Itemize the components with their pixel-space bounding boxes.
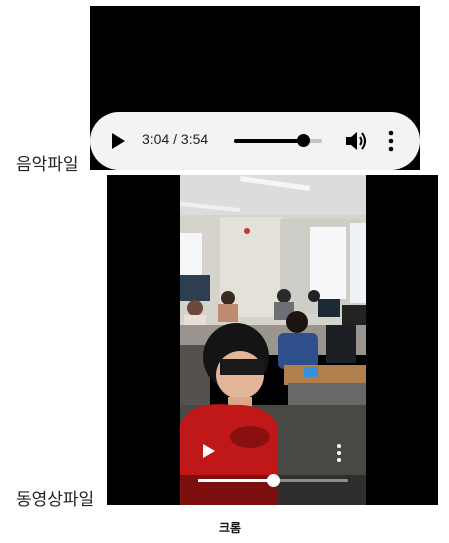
audio-time-display: 3:04 / 3:54 [142,131,208,147]
audio-current-time: 3:04 [142,131,170,147]
video-file-label: 동영상파일 [16,490,95,510]
video-progress-fill [198,479,273,482]
more-options-icon[interactable] [387,130,395,152]
play-icon[interactable] [112,133,125,149]
video-player[interactable] [107,175,438,505]
browser-caption: 크롬 [218,521,242,535]
audio-progress-slider[interactable] [234,134,322,147]
audio-progress-thumb[interactable] [297,134,311,147]
volume-icon[interactable] [345,130,369,152]
audio-file-label: 음악파일 [16,155,79,175]
audio-progress-fill [234,139,304,143]
video-progress-slider[interactable] [198,474,348,487]
play-icon[interactable] [203,444,215,458]
audio-player[interactable]: 3:04 / 3:54 [90,6,420,170]
audio-time-separator: / [173,131,178,147]
more-options-icon[interactable] [336,443,342,463]
audio-controls-bar: 3:04 / 3:54 [90,112,420,170]
video-progress-thumb[interactable] [267,474,280,487]
audio-duration: 3:54 [180,131,209,147]
